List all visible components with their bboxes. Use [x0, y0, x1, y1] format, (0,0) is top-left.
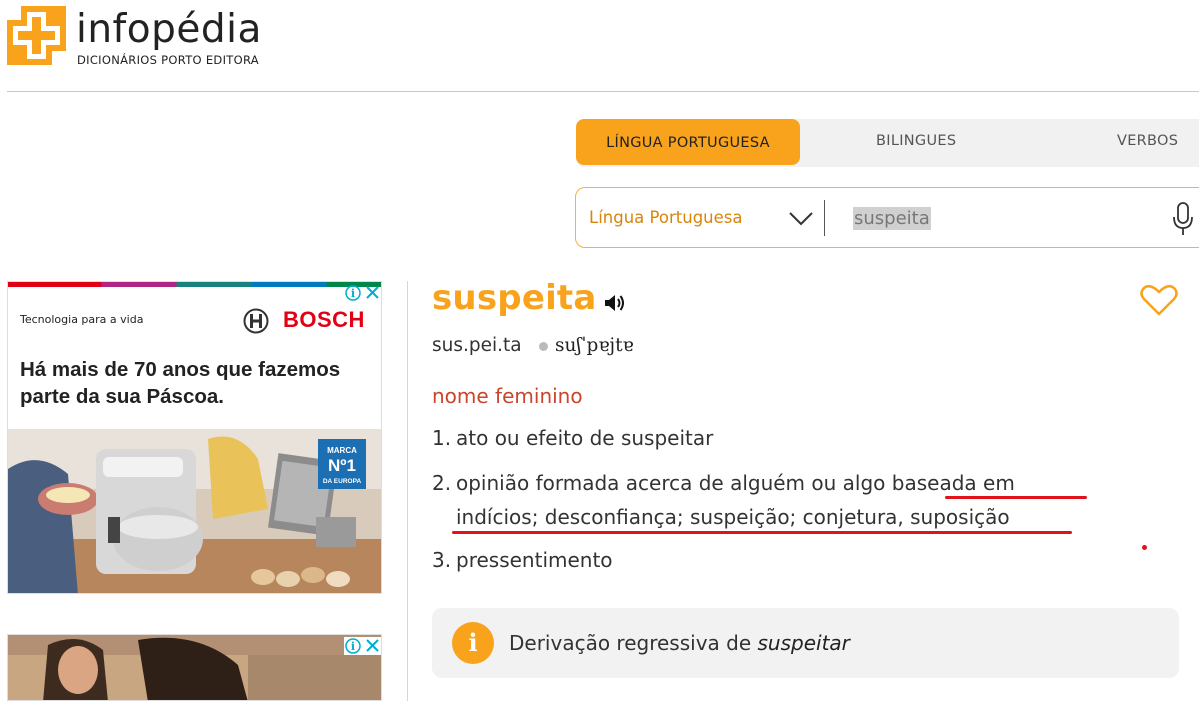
ad-headline: Há mais de 70 anos que fazemos parte da … [20, 358, 341, 408]
separator-dot [539, 342, 548, 351]
headword: suspeita [432, 278, 597, 318]
logo-subtitle: DICIONÁRIOS PORTO EDITORA [77, 53, 259, 67]
definition-text-line2: indícios; desconfiança; suspeição; conje… [456, 505, 1010, 529]
search-bar: Língua Portuguesa suspeita [575, 187, 1199, 248]
definition-number: 1. [432, 426, 452, 450]
annotation-underline [945, 496, 1087, 499]
header-divider [7, 91, 1199, 92]
annotation-underline [452, 531, 1072, 534]
derivation-text: Derivação regressiva de suspeitar [509, 631, 850, 655]
tab-verbos[interactable]: VERBOS [1117, 119, 1178, 167]
annotation-dot [1142, 545, 1147, 550]
definition-text: pressentimento [456, 548, 613, 572]
speaker-icon[interactable] [604, 294, 625, 312]
bosch-logo-icon [243, 308, 269, 334]
search-input[interactable]: suspeita [853, 207, 931, 230]
heart-icon[interactable] [1140, 284, 1178, 316]
logo-icon[interactable] [7, 6, 66, 65]
ad-badge-main: Nº1 [328, 456, 356, 475]
search-separator [824, 200, 825, 236]
definition-text-line1: opinião formada acerca de alguém ou algo… [456, 471, 1015, 495]
info-icon: i [452, 622, 494, 664]
derivation-note: i Derivação regressiva de suspeitar [432, 608, 1179, 678]
tab-bilingues[interactable]: BILINGUES [876, 119, 956, 167]
ad-color-strip [8, 282, 381, 287]
ad-badge-top: MARCA [327, 446, 357, 455]
syllable-division: sus.pei.ta [432, 335, 522, 356]
definition-1: 1. ato ou efeito de suspeitar [432, 421, 713, 455]
column-divider [407, 281, 408, 701]
svg-text:i: i [351, 287, 355, 300]
part-of-speech: nome feminino [432, 384, 583, 408]
ad-badge-bottom: DA EUROPA [323, 478, 362, 485]
ad-info-icon[interactable]: i [344, 284, 382, 302]
definition-number: 3. [432, 548, 452, 572]
definition-2: 2. opinião formada acerca de alguém ou al… [432, 466, 1132, 534]
ad-image [8, 635, 381, 700]
tab-lingua-portuguesa[interactable]: LÍNGUA PORTUGUESA [576, 119, 800, 165]
phonetic-transcription: suʃˈpɐjtɐ [555, 335, 634, 356]
logo-name[interactable]: infopédia [76, 6, 262, 54]
definition-text: ato ou efeito de suspeitar [456, 426, 714, 450]
advertisement-secondary[interactable]: i [7, 634, 382, 701]
ad-brand: BOSCH [283, 307, 365, 332]
definition-number: 2. [432, 471, 452, 495]
ad-close-icon[interactable]: i [344, 637, 382, 655]
svg-text:i: i [351, 640, 355, 653]
chevron-down-icon[interactable] [788, 210, 814, 226]
dictionary-tabs: LÍNGUA PORTUGUESA BILINGUES VERBOS [576, 119, 1199, 167]
definition-3: 3. pressentimento [432, 543, 613, 577]
derivation-link[interactable]: suspeitar [758, 631, 850, 655]
microphone-icon[interactable] [1172, 202, 1194, 236]
advertisement-bosch[interactable]: i Tecnologia para a vida BOSCH Há mais d… [7, 281, 382, 594]
ad-image: MARCA Nº1 DA EUROPA [8, 429, 381, 593]
dictionary-select[interactable]: Língua Portuguesa [589, 188, 742, 248]
ad-tagline: Tecnologia para a vida [20, 313, 144, 326]
